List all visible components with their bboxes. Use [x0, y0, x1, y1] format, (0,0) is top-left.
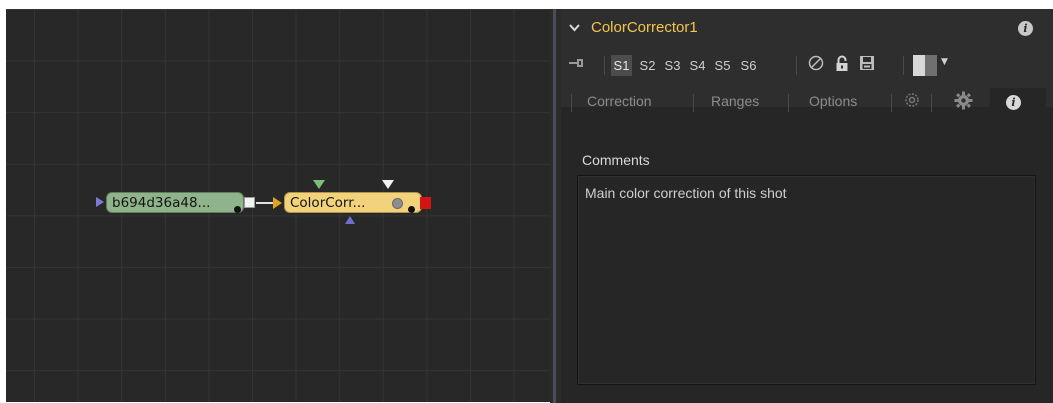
- save-icon[interactable]: [859, 55, 875, 76]
- inspector-header: ColorCorrector1 i S1 S2 S3 S4 S5 S6 ▼ Co…: [561, 9, 1053, 116]
- reference-input-blue[interactable]: [345, 216, 355, 224]
- colorcorrector-input-arrow[interactable]: [273, 197, 282, 209]
- lock-icon[interactable]: [835, 55, 849, 77]
- tab-separator: [693, 94, 694, 112]
- caret-down-icon[interactable]: ▼: [941, 57, 948, 67]
- tool-title-row[interactable]: ColorCorrector1 i: [561, 17, 1053, 41]
- comments-textarea[interactable]: Main color correction of this shot: [577, 175, 1036, 385]
- splitter-line: [553, 9, 556, 403]
- colorcorrector-output-port[interactable]: [420, 197, 431, 209]
- tab-separator: [931, 94, 932, 112]
- toolbar-separator: [903, 56, 904, 75]
- no-entry-icon[interactable]: [808, 55, 824, 76]
- toolbar-separator: [796, 56, 797, 75]
- version-slot-s3[interactable]: S3: [662, 55, 683, 76]
- loader-node[interactable]: b694d36a48...: [106, 192, 244, 213]
- chevron-down-icon[interactable]: [569, 21, 580, 35]
- loader-node-dot: [234, 206, 241, 213]
- effect-mask-input-green[interactable]: [313, 180, 325, 189]
- inspector-panel: ColorCorrector1 i S1 S2 S3 S4 S5 S6 ▼ Co…: [561, 9, 1053, 403]
- inspector-tabs: Correction Ranges Options i: [561, 88, 1053, 116]
- version-slot-s6[interactable]: S6: [738, 55, 759, 76]
- comments-label: Comments: [582, 152, 650, 168]
- tool-title: ColorCorrector1: [591, 19, 698, 36]
- colorcorrector-node-label: ColorCorr...: [290, 195, 366, 211]
- color-swatch[interactable]: [913, 55, 937, 76]
- tab-separator: [571, 94, 572, 112]
- tab-ranges[interactable]: Ranges: [711, 93, 759, 109]
- loader-node-label: b694d36a48...: [112, 195, 211, 211]
- garbage-mask-input-white[interactable]: [382, 180, 394, 189]
- pin-icon[interactable]: [569, 57, 585, 72]
- gear-settings-icon[interactable]: [903, 91, 921, 114]
- toolbar-separator: [604, 56, 605, 75]
- info-tab-content: Comments Main color correction of this s…: [561, 116, 1053, 403]
- tab-separator: [891, 94, 892, 112]
- version-toolbar: S1 S2 S3 S4 S5 S6 ▼: [561, 52, 1053, 78]
- loader-output-port[interactable]: [244, 197, 255, 208]
- tab-separator: [788, 94, 789, 112]
- node-editor-canvas[interactable]: b694d36a48... ColorCorr...: [6, 9, 550, 402]
- info-icon[interactable]: i: [1018, 21, 1033, 36]
- tab-options[interactable]: Options: [809, 93, 857, 109]
- settings-icon[interactable]: [954, 91, 973, 115]
- version-slot-s4[interactable]: S4: [687, 55, 708, 76]
- panel-splitter[interactable]: [550, 9, 561, 403]
- version-slot-s5[interactable]: S5: [712, 55, 733, 76]
- version-slot-s2[interactable]: S2: [637, 55, 658, 76]
- node-info-dot: [392, 198, 403, 209]
- loader-input-arrow: [96, 197, 104, 207]
- connection-wire: [256, 202, 273, 204]
- version-slot-s1[interactable]: S1: [611, 55, 632, 76]
- tab-correction[interactable]: Correction: [587, 93, 652, 109]
- colorcorrector-node-dot: [408, 206, 415, 213]
- tab-info-icon[interactable]: i: [1006, 95, 1021, 110]
